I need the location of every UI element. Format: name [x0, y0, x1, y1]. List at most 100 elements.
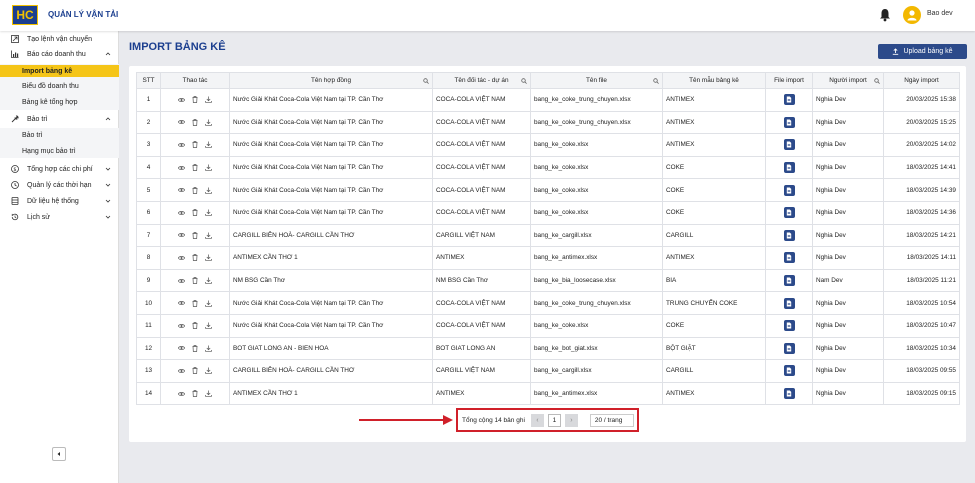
eye-icon[interactable] [178, 255, 185, 261]
column-header-contract[interactable]: Tên hợp đồng [229, 72, 433, 89]
sidebar-subitem-summary[interactable]: Bảng kê tổng hợp [0, 96, 119, 108]
file-import-button[interactable] [783, 229, 795, 241]
download-icon[interactable] [205, 300, 212, 307]
file-import-button[interactable] [783, 139, 795, 151]
download-icon[interactable] [205, 322, 212, 329]
cell-file-import [765, 200, 813, 225]
column-header-importer[interactable]: Người import [812, 72, 884, 89]
trash-icon[interactable] [192, 119, 198, 126]
download-icon[interactable] [205, 141, 212, 149]
collapse-sidebar-button[interactable] [52, 447, 66, 461]
cell-file-name: bang_ke_coke.xlsx [530, 313, 663, 338]
eye-icon[interactable] [178, 142, 185, 148]
search-icon[interactable] [521, 78, 527, 84]
sidebar-subitem-maintenance[interactable]: Bảo trì [0, 129, 119, 141]
eye-icon[interactable] [178, 300, 185, 306]
eye-icon[interactable] [178, 345, 185, 351]
trash-icon[interactable] [192, 344, 198, 352]
cell-import-date: 18/03/2025 10:54 [883, 291, 960, 315]
cell-stt: 12 [136, 336, 161, 361]
bell-icon[interactable] [879, 8, 891, 22]
file-import-button[interactable] [783, 94, 795, 106]
sidebar-subitem-maintenance-items[interactable]: Hạng mục bảo trì [0, 145, 119, 157]
cell-file-import [765, 246, 813, 270]
download-icon[interactable] [205, 187, 212, 194]
page-size-select[interactable]: 20 / trang [589, 413, 634, 427]
trash-icon[interactable] [192, 322, 198, 330]
file-import-button[interactable] [783, 275, 795, 287]
search-icon[interactable] [874, 78, 880, 84]
eye-icon[interactable] [178, 165, 185, 171]
trash-icon[interactable] [192, 277, 198, 284]
file-import-button[interactable] [783, 207, 795, 219]
file-import-button[interactable] [783, 320, 795, 332]
download-icon[interactable] [205, 345, 212, 352]
eye-icon[interactable] [178, 368, 185, 374]
sidebar-item-revenue-report[interactable]: Báo cáo doanh thu [0, 48, 119, 60]
trash-icon[interactable] [192, 390, 198, 397]
cell-partner: CARGILL VIỆT NAM [432, 223, 531, 248]
search-icon[interactable] [423, 78, 429, 84]
cell-partner: ANTIMEX [432, 381, 531, 406]
sidebar-item-create-order[interactable]: Tạo lệnh vận chuyển [0, 33, 119, 45]
download-icon[interactable] [205, 254, 212, 262]
download-icon[interactable] [205, 96, 212, 103]
file-import-button[interactable] [783, 388, 795, 400]
download-icon[interactable] [205, 390, 212, 397]
eye-icon[interactable] [178, 323, 185, 329]
next-page-button[interactable]: › [564, 413, 578, 427]
eye-icon[interactable] [178, 187, 185, 193]
sidebar-item-costs[interactable]: $ Tổng hợp các chi phí [0, 163, 119, 175]
eye-icon[interactable] [178, 210, 185, 216]
download-icon[interactable] [205, 277, 212, 284]
sidebar-item-maintenance[interactable]: Bảo trì [0, 113, 119, 125]
trash-icon[interactable] [192, 96, 198, 104]
prev-page-button[interactable]: ‹ [530, 413, 544, 427]
cell-partner: COCA-COLA VIỆT NAM [432, 155, 531, 180]
upload-button[interactable]: Upload bảng kê [878, 44, 967, 59]
sidebar-item-system-data[interactable]: Dữ liệu hệ thống [0, 195, 119, 207]
caret-left-icon [57, 452, 60, 456]
trash-icon[interactable] [192, 232, 198, 239]
file-import-button[interactable] [783, 365, 795, 377]
trash-icon[interactable] [192, 254, 198, 262]
page-1-button[interactable]: 1 [547, 413, 561, 427]
column-header-file-name[interactable]: Tên file [530, 72, 663, 89]
eye-icon[interactable] [178, 232, 185, 238]
file-import-button[interactable] [783, 342, 795, 354]
sidebar-subitem-revenue-chart[interactable]: Biểu đồ doanh thu [0, 80, 119, 92]
download-icon[interactable] [205, 209, 212, 216]
download-icon[interactable] [205, 164, 212, 171]
sidebar-item-label: Lịch sử [27, 213, 50, 221]
app-title: QUẢN LÝ VẬN TẢI [48, 10, 119, 19]
file-icon [786, 367, 792, 374]
trash-icon[interactable] [192, 299, 198, 307]
trash-icon[interactable] [192, 209, 198, 217]
sidebar-item-history[interactable]: Lịch sử [0, 211, 119, 223]
eye-icon[interactable] [178, 278, 185, 284]
sidebar-item-deadlines[interactable]: Quản lý các thời hạn [0, 179, 119, 191]
user-name[interactable]: Bao dev [927, 10, 953, 17]
cell-importer: Nghia Dev [812, 291, 884, 315]
sidebar-item-label: Tạo lệnh vận chuyển [27, 35, 92, 43]
file-import-button[interactable] [783, 297, 795, 309]
download-icon[interactable] [205, 232, 212, 239]
eye-icon[interactable] [178, 119, 185, 125]
sidebar-subitem-import[interactable]: Import bảng kê [0, 65, 119, 77]
column-header-partner[interactable]: Tên đối tác - dự án [432, 72, 531, 89]
trash-icon[interactable] [192, 164, 198, 171]
avatar[interactable] [903, 6, 921, 24]
eye-icon[interactable] [178, 391, 185, 397]
trash-icon[interactable] [192, 367, 198, 375]
file-import-button[interactable] [783, 184, 795, 196]
trash-icon[interactable] [192, 141, 198, 149]
file-import-button[interactable] [783, 252, 795, 264]
search-icon[interactable] [653, 78, 659, 84]
app-logo[interactable]: HC [12, 5, 38, 25]
trash-icon[interactable] [192, 186, 198, 194]
download-icon[interactable] [205, 119, 212, 126]
download-icon[interactable] [205, 367, 212, 375]
file-import-button[interactable] [783, 116, 795, 128]
eye-icon[interactable] [178, 97, 185, 103]
file-import-button[interactable] [783, 162, 795, 174]
